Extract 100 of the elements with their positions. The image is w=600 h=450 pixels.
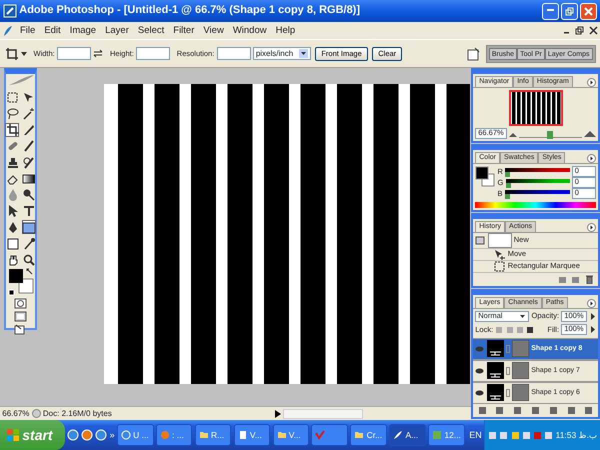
marquee-tool-icon[interactable] — [6, 90, 19, 104]
color-spectrum[interactable] — [475, 202, 596, 208]
palette-menu-icon[interactable] — [586, 298, 596, 308]
zoom-tool-icon[interactable] — [22, 253, 36, 266]
slider-thumb[interactable] — [504, 194, 510, 199]
slider-thumb[interactable] — [505, 172, 510, 177]
menu-item[interactable]: View — [201, 24, 226, 36]
menu-item[interactable]: Layer — [102, 24, 132, 36]
photoshop-icon — [3, 4, 17, 18]
more-button[interactable]: » — [110, 430, 115, 440]
color-slider[interactable] — [504, 188, 570, 199]
taskbar-button[interactable]: A... — [389, 424, 426, 446]
mask-thumbnail — [512, 340, 529, 357]
document-icon — [238, 430, 248, 440]
minimize-icon — [546, 8, 554, 11]
taskbar-button[interactable]: V... — [272, 424, 310, 446]
window-title: Adobe Photoshop - [Untitled-1 @ 66.7% (Shape 1 copy 8, RGB/8)] — [19, 4, 362, 18]
rectangle-tool-icon[interactable] — [22, 220, 36, 234]
palette-dock-icon[interactable] — [467, 46, 482, 60]
menu-item[interactable]: Help — [273, 24, 298, 36]
input-field[interactable] — [57, 47, 92, 60]
mask-thumbnail — [512, 384, 529, 401]
move-tool-icon — [494, 248, 506, 260]
taskbar-button[interactable]: V... — [234, 424, 270, 446]
caret-icon — [519, 313, 526, 320]
info-icon — [32, 409, 41, 418]
menu-item[interactable]: Select — [136, 24, 167, 36]
color-ramp — [506, 178, 570, 183]
move-tool-icon[interactable] — [22, 90, 36, 104]
zoom-out-icon[interactable] — [508, 130, 517, 137]
palette-menu-icon[interactable] — [586, 222, 596, 232]
unit-dropdown[interactable]: pixels/inch — [252, 47, 311, 60]
color-ramp — [504, 190, 570, 194]
eyedropper-tool-icon[interactable] — [22, 236, 36, 250]
close-button[interactable] — [580, 2, 597, 20]
snapshot-icon — [475, 236, 486, 245]
caret-icon — [298, 49, 308, 58]
restore-button[interactable] — [560, 2, 578, 20]
taskbar-button[interactable]: : ... — [156, 424, 192, 446]
color-swatches-icon[interactable] — [475, 166, 496, 188]
caret-icon[interactable] — [20, 52, 27, 56]
lasso-tool-icon[interactable] — [6, 106, 19, 120]
navigator-thumbnail — [508, 90, 562, 126]
palette-menu-icon[interactable] — [586, 154, 596, 164]
minimize-button[interactable] — [542, 2, 558, 20]
close-icon — [584, 6, 593, 16]
globe-icon[interactable] — [81, 429, 94, 441]
slider-thumb[interactable] — [547, 131, 554, 140]
browser-icon — [120, 430, 131, 440]
menu-item[interactable]: Window — [230, 24, 269, 36]
windows-logo-icon — [6, 428, 20, 442]
color-swatches-icon[interactable] — [6, 266, 34, 296]
menu-item[interactable]: Filter — [171, 24, 197, 36]
horizontal-scrollbar[interactable] — [283, 408, 364, 418]
globe-icon[interactable] — [95, 429, 108, 441]
menu-item[interactable]: File — [18, 24, 38, 36]
snapshot-thumbnail — [488, 232, 512, 248]
taskbar-button[interactable]: U ... — [116, 424, 154, 446]
zoom-slider[interactable] — [519, 129, 582, 138]
browser-icon[interactable] — [66, 429, 79, 441]
dodge-tool-icon[interactable] — [22, 188, 36, 201]
language-indicator[interactable]: EN — [469, 430, 482, 440]
feather-icon — [2, 24, 14, 36]
color-slider[interactable] — [506, 178, 570, 188]
feather-icon — [6, 74, 34, 86]
taskbar-button[interactable]: 12... — [428, 424, 465, 446]
globe-icon — [160, 430, 170, 440]
input-field[interactable] — [216, 47, 251, 60]
slice-tool-icon[interactable] — [22, 123, 36, 136]
feather-icon — [393, 430, 404, 440]
gradient-tool-icon[interactable] — [22, 172, 36, 185]
bandage-tool-icon[interactable] — [6, 139, 19, 152]
magic-wand-tool-icon[interactable] — [22, 106, 36, 120]
menu-item[interactable]: Image — [67, 24, 98, 36]
menu-item[interactable]: Edit — [42, 24, 63, 36]
doc-close-icon[interactable] — [588, 26, 598, 35]
zoom-in-icon[interactable] — [584, 130, 596, 138]
color-ramp — [505, 168, 570, 172]
clock: 11:53 ب.ظ — [556, 430, 597, 440]
picture-icon — [432, 430, 442, 440]
input-field[interactable] — [136, 47, 170, 60]
eye-icon[interactable] — [475, 390, 484, 396]
swap-icon[interactable] — [93, 49, 104, 58]
note-tool-icon[interactable] — [6, 236, 19, 250]
mask-thumbnail — [512, 362, 529, 379]
document-size: Doc: 2.16M/0 bytes — [42, 408, 113, 418]
palette-menu-icon[interactable] — [586, 78, 596, 87]
color-slider[interactable] — [505, 166, 570, 177]
eye-icon[interactable] — [475, 368, 484, 374]
taskbar-button[interactable]: R... — [194, 424, 232, 446]
layer-thumbnail — [486, 384, 504, 401]
crop-icon[interactable] — [4, 46, 18, 60]
crop-tool-icon[interactable] — [6, 123, 19, 136]
type-tool-icon[interactable] — [22, 204, 36, 218]
brush-tool-icon[interactable] — [22, 139, 36, 152]
taskbar-button[interactable]: Cr... — [350, 424, 387, 446]
slider-thumb[interactable] — [506, 182, 511, 188]
history-brush-tool-icon[interactable] — [22, 156, 36, 168]
stamp-tool-icon[interactable] — [6, 156, 19, 168]
doc-restore-icon[interactable] — [575, 26, 584, 35]
